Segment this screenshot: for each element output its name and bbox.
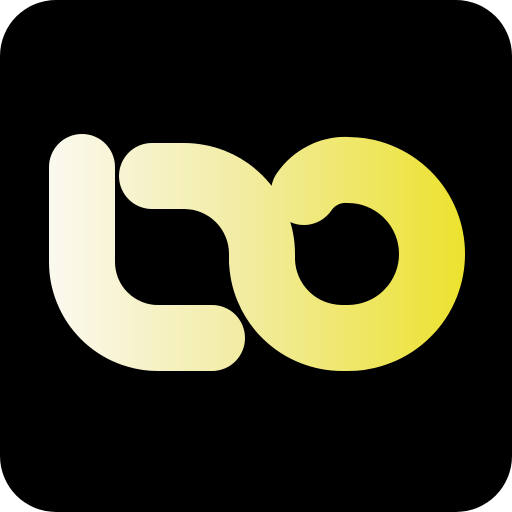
app-icon[interactable] (0, 0, 512, 512)
app-logo-icon (0, 0, 512, 512)
